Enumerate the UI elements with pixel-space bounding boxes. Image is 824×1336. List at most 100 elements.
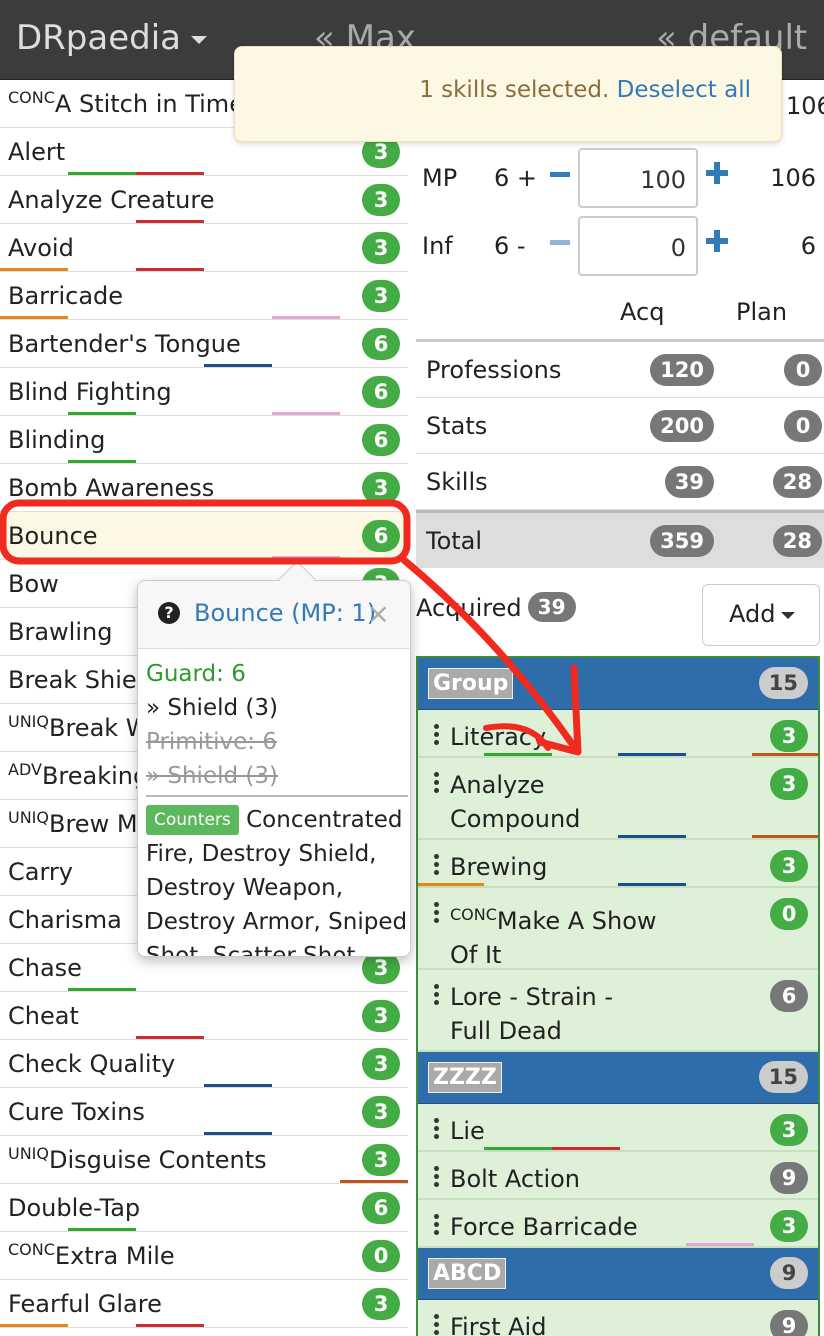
acq-badge: 200 [650,410,714,442]
group-header[interactable]: ABCD 9 [418,1248,818,1300]
skill-row[interactable]: Blind Fighting 6 [0,368,408,416]
skill-cost-badge: 6 [362,1192,400,1224]
group-header[interactable]: ZZZZ 15 [418,1052,818,1104]
inf-control: Inf 6 - 0 6 [420,216,824,276]
inf-total: 6 [800,232,816,260]
skill-name: A Stitch in Time [54,90,244,118]
summary-table: Acq Plan Professions 120 0 Stats 200 0 Skill… [416,290,824,568]
skill-row[interactable]: Barricade 3 [0,272,408,320]
skill-row[interactable]: Double-Tap 6 [0,1184,408,1232]
group-total: 9 [770,1257,808,1289]
skill-cost-badge: 6 [362,520,400,552]
acquired-skill-row[interactable]: Analyze Compound 3 [418,758,818,840]
plus-icon[interactable] [706,162,728,184]
drag-handle-icon[interactable] [434,854,440,876]
skill-row[interactable]: Avoid 3 [0,224,408,272]
minus-icon[interactable] [550,172,570,177]
inf-input[interactable]: 0 [578,216,698,276]
mp-input[interactable]: 100 [578,148,698,208]
skill-name: Avoid [8,234,74,262]
skill-row[interactable]: Bomb Awareness 3 [0,464,408,512]
skill-row[interactable]: Bartender's Tongue 6 [0,320,408,368]
summary-row: Stats 200 0 [416,398,824,454]
skill-row[interactable]: Blinding 6 [0,416,408,464]
skill-cost-badge: 3 [362,1000,400,1032]
drag-handle-icon[interactable] [434,984,440,1006]
acq-badge: 359 [650,525,714,557]
skill-cost-badge: 3 [362,184,400,216]
acquired-skill-cost: 9 [770,1162,808,1194]
row-label: Total [426,527,483,555]
popover-body: Guard: 6 » Shield (3) Primitive: 6 » Shi… [146,657,408,956]
counters-tag: Counters [146,805,239,835]
caret-down-icon [781,611,796,619]
acquired-skill-row[interactable]: Bolt Action 9 [418,1152,818,1200]
acquired-skill-name: Force Barricade [450,1213,638,1241]
skill-prefix: ADV [8,760,42,779]
skill-row-selected[interactable]: Bounce 6 [0,512,408,560]
acquired-skill-name: First Aid [450,1313,547,1336]
plan-header: Plan [736,298,788,326]
acquired-count: 39 [527,592,576,622]
acquired-skill-row[interactable]: Lore - Strain - Full Dead 6 [418,970,818,1052]
skill-row[interactable]: Fearful Glare 3 [0,1280,408,1328]
skill-cost-badge: 3 [362,232,400,264]
acquired-skill-row[interactable]: Lie 3 [418,1104,818,1152]
row-label: Professions [426,356,562,384]
prereq-primitive: Primitive: 6 [146,729,277,755]
skill-cost-badge: 3 [362,472,400,504]
plus-icon[interactable] [706,230,728,252]
acquired-skill-row[interactable]: First Aid 9 [418,1300,818,1336]
minus-icon[interactable] [550,240,570,245]
selection-alert: 1 skills selected. Deselect all [234,46,782,142]
acquired-panel: Group 15 Literacy 3 Analyze Compound 3 Brew… [416,656,820,1336]
acquired-skill-name: Lore - Strain - Full Dead [450,983,614,1045]
group-name[interactable]: ZZZZ [428,1062,502,1093]
deselect-all-link[interactable]: Deselect all [617,77,751,103]
close-icon[interactable]: × [367,597,390,630]
skill-name: Charisma [8,906,122,934]
acquired-skill-cost: 3 [770,1210,808,1242]
acquired-skill-row[interactable]: CONCMake A Show Of It 0 [418,888,818,970]
brand-dropdown[interactable]: DRpaedia [16,18,208,58]
add-label: Add [729,600,776,628]
skill-name: Barricade [8,282,124,310]
drag-handle-icon[interactable] [434,1118,440,1140]
group-name[interactable]: Group [428,668,514,699]
group-total: 15 [758,667,808,699]
acquired-skill-row[interactable]: Force Barricade 3 [418,1200,818,1248]
skill-cost-badge: 3 [362,1288,400,1320]
add-button[interactable]: Add [702,584,820,646]
drag-handle-icon[interactable] [434,1214,440,1236]
skill-row[interactable]: Cure Toxins 3 [0,1088,408,1136]
group-name[interactable]: ABCD [428,1258,507,1289]
drag-handle-icon[interactable] [434,772,440,794]
popover-header: ? Bounce (MP: 1) × [138,581,410,649]
skill-name: Bomb Awareness [8,474,215,502]
skill-row[interactable]: UNIQDisguise Contents 3 [0,1136,408,1184]
acq-badge: 120 [650,354,714,386]
caret-down-icon [191,35,208,44]
drag-handle-icon[interactable] [434,1314,440,1336]
prereq-guard: Guard: 6 [146,661,246,687]
skill-row[interactable]: CONCExtra Mile 0 [0,1232,408,1280]
plan-badge: 0 [784,410,822,442]
skill-row[interactable]: Analyze Creature 3 [0,176,408,224]
skill-row[interactable]: Cheat 3 [0,992,408,1040]
acquired-skill-cost: 0 [770,898,808,930]
acquired-skill-cost: 3 [770,1114,808,1146]
plan-badge: 28 [772,466,822,498]
skill-name: Double-Tap [8,1194,141,1222]
drag-handle-icon[interactable] [434,724,440,746]
skill-prefix: CONC [450,905,497,924]
skill-name: Blind Fighting [8,378,172,406]
skill-name: Breaking [41,762,149,790]
acquired-skill-row[interactable]: Brewing 3 [418,840,818,888]
acquired-skill-row[interactable]: Literacy 3 [418,710,818,758]
acquired-skill-name: Bolt Action [450,1165,581,1193]
drag-handle-icon[interactable] [434,902,440,924]
acquired-skill-cost: 3 [770,720,808,752]
skill-row[interactable]: Check Quality 3 [0,1040,408,1088]
group-header[interactable]: Group 15 [418,658,818,710]
drag-handle-icon[interactable] [434,1166,440,1188]
